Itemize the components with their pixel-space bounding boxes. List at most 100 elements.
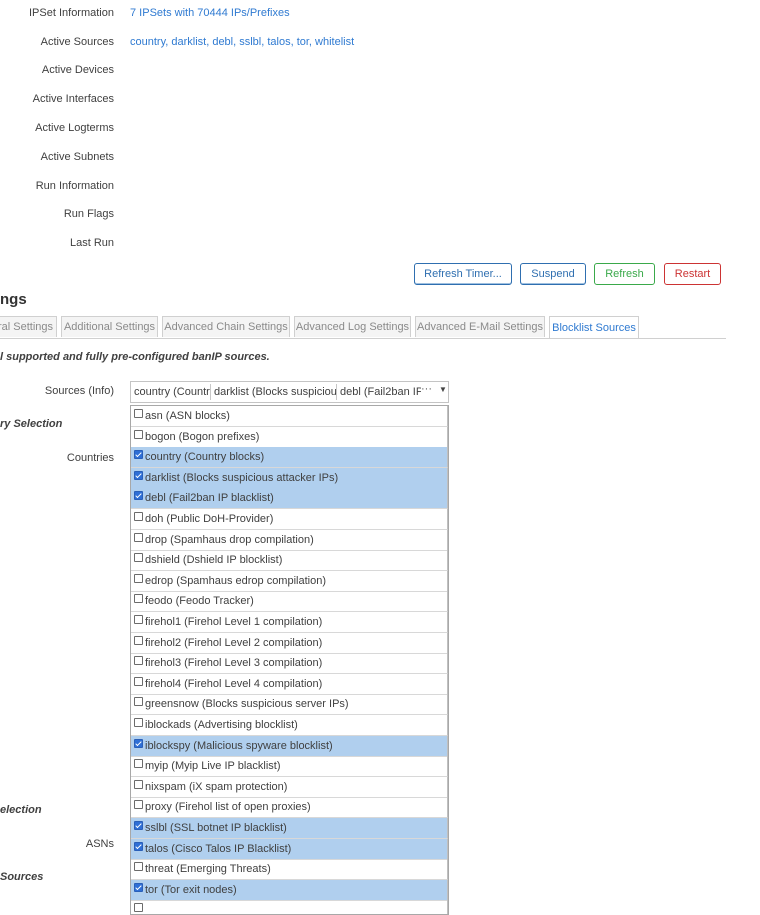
source-option[interactable]: asn (ASN blocks) [131, 406, 448, 427]
tab-advanced-chain-settings[interactable]: Advanced Chain Settings [162, 316, 290, 337]
source-option[interactable]: threat (Emerging Threats) [131, 859, 448, 881]
sources-label: Sources (Info) [44, 385, 114, 397]
source-option[interactable]: talos (Cisco Talos IP Blacklist) [131, 838, 448, 860]
source-option[interactable]: doh (Public DoH-Provider) [131, 509, 448, 530]
source-option[interactable]: sslbl (SSL botnet IP blacklist) [131, 818, 448, 839]
source-option-label: asn (ASN blocks) [145, 410, 230, 422]
checkbox-icon[interactable] [134, 450, 143, 460]
refresh-button[interactable]: Refresh [594, 263, 655, 285]
source-option[interactable]: firehol3 (Firehol Level 3 compilation) [131, 653, 448, 675]
chevron-down-icon[interactable]: ▼ [439, 385, 447, 394]
source-option[interactable]: bogon (Bogon prefixes) [131, 426, 448, 448]
more-selected-icon[interactable]: ··· [421, 383, 432, 395]
source-option-label: tor (Tor exit nodes) [145, 883, 237, 896]
source-option[interactable]: country (Country blocks) [131, 447, 448, 469]
source-option-label: sslbl (SSL botnet IP blacklist) [145, 822, 287, 834]
selected-chip-country: country (Country [131, 384, 211, 400]
checkbox-icon[interactable] [134, 635, 143, 645]
checkbox-icon[interactable] [134, 676, 143, 686]
checkbox-icon[interactable] [134, 759, 143, 769]
checkbox-icon[interactable] [134, 862, 143, 872]
status-row-interfaces: Active Interfaces [0, 89, 760, 109]
country-selection-heading: ry Selection [0, 418, 63, 430]
checkbox-icon[interactable] [134, 409, 143, 418]
asns-label: ASNs [85, 838, 114, 850]
checkbox-icon[interactable] [134, 491, 143, 501]
source-option-label: debl (Fail2ban IP blacklist) [145, 492, 274, 505]
checkbox-icon[interactable] [134, 821, 143, 830]
tab-blocklist-sources[interactable]: Blocklist Sources [549, 316, 639, 338]
status-row-devices: Active Devices [0, 60, 760, 80]
tab-general-settings[interactable]: ral Settings [0, 316, 57, 337]
source-option-label: country (Country blocks) [145, 451, 265, 464]
source-option[interactable]: tor (Tor exit nodes) [131, 879, 448, 901]
sources-dropdown: asn (ASN blocks) bogon (Bogon prefixes) co… [130, 405, 449, 915]
tab-advanced-email-settings[interactable]: Advanced E-Mail Settings [415, 316, 545, 337]
checkbox-icon[interactable] [134, 553, 143, 563]
ipset-info-link[interactable]: 7 IPSets with 70444 IPs/Prefixes [130, 7, 290, 19]
source-option[interactable] [131, 900, 448, 914]
suspend-button[interactable]: Suspend [520, 263, 586, 285]
source-option[interactable]: feodo (Feodo Tracker) [131, 591, 448, 613]
status-row-ipset: IPSet Information 7 IPSets with 70444 IP… [0, 3, 760, 23]
active-logterms-label: Active Logterms [35, 122, 114, 134]
source-option[interactable]: nixspam (iX spam protection) [131, 776, 448, 798]
source-option-label: firehol3 (Firehol Level 3 compilation) [145, 657, 323, 670]
source-option[interactable]: darklist (Blocks suspicious attacker IPs… [131, 467, 448, 489]
source-option-label: proxy (Firehol list of open proxies) [145, 801, 311, 814]
checkbox-icon[interactable] [134, 697, 143, 707]
checkbox-icon[interactable] [134, 512, 143, 521]
checkbox-icon[interactable] [134, 470, 143, 480]
checkbox-icon[interactable] [134, 532, 143, 542]
source-option[interactable]: greensnow (Blocks suspicious server IPs) [131, 694, 448, 716]
source-option-label: edrop (Spamhaus edrop compilation) [145, 574, 326, 587]
source-option[interactable]: firehol2 (Firehol Level 2 compilation) [131, 632, 448, 654]
local-sources-heading: Sources [0, 871, 44, 883]
source-option[interactable]: proxy (Firehol list of open proxies) [131, 797, 448, 819]
source-option[interactable]: edrop (Spamhaus edrop compilation) [131, 570, 448, 592]
checkbox-icon[interactable] [134, 429, 143, 439]
checkbox-icon[interactable] [134, 779, 143, 789]
active-subnets-label: Active Subnets [40, 151, 114, 163]
checkbox-icon[interactable] [134, 841, 143, 851]
source-option-label: firehol2 (Firehol Level 2 compilation) [145, 636, 323, 649]
tab-advanced-log-settings[interactable]: Advanced Log Settings [294, 316, 411, 337]
checkbox-icon[interactable] [134, 656, 143, 666]
status-row-logterms: Active Logterms [0, 118, 760, 138]
checkbox-icon[interactable] [134, 718, 143, 727]
active-sources-label: Active Sources [40, 36, 114, 48]
checkbox-icon[interactable] [134, 800, 143, 810]
checkbox-icon[interactable] [134, 573, 143, 583]
tab-additional-settings[interactable]: Additional Settings [61, 316, 158, 337]
source-option-label: greensnow (Blocks suspicious server IPs) [145, 698, 349, 711]
source-option[interactable]: drop (Spamhaus drop compilation) [131, 529, 448, 551]
countries-label: Countries [66, 452, 114, 464]
source-option[interactable]: debl (Fail2ban IP blacklist) [131, 488, 448, 510]
checkbox-icon[interactable] [134, 738, 143, 748]
source-option-label: myip (Myip Live IP blacklist) [145, 760, 281, 773]
checkbox-icon[interactable] [134, 615, 143, 624]
blocklist-description: l supported and fully pre-configured ban… [0, 351, 270, 363]
source-option-label: firehol1 (Firehol Level 1 compilation) [145, 616, 323, 628]
active-sources-link[interactable]: country, darklist, debl, sslbl, talos, t… [130, 36, 354, 48]
source-option[interactable]: iblockspy (Malicious spyware blocklist) [131, 735, 448, 757]
source-option-label: talos (Cisco Talos IP Blacklist) [145, 842, 292, 855]
checkbox-icon[interactable] [134, 594, 143, 604]
status-row-run-info: Run Information [0, 176, 760, 196]
source-option-label: firehol4 (Firehol Level 4 compilation) [145, 677, 323, 690]
sources-select[interactable]: country (Country darklist (Blocks suspic… [130, 381, 449, 403]
source-option[interactable]: firehol1 (Firehol Level 1 compilation) [131, 612, 448, 633]
source-option[interactable]: firehol4 (Firehol Level 4 compilation) [131, 673, 448, 695]
refresh-timer-button[interactable]: Refresh Timer... [414, 263, 512, 285]
source-option-label: darklist (Blocks suspicious attacker IPs… [145, 471, 339, 484]
source-option-label: feodo (Feodo Tracker) [145, 595, 254, 608]
restart-button[interactable]: Restart [664, 263, 721, 285]
source-option[interactable]: myip (Myip Live IP blacklist) [131, 756, 448, 778]
run-information-label: Run Information [35, 180, 114, 192]
source-option-label: bogon (Bogon prefixes) [145, 430, 260, 443]
checkbox-icon[interactable] [134, 882, 143, 892]
source-option-label: threat (Emerging Threats) [145, 863, 271, 876]
source-option-label: nixspam (iX spam protection) [145, 780, 288, 793]
source-option[interactable]: iblockads (Advertising blocklist) [131, 715, 448, 736]
source-option[interactable]: dshield (Dshield IP blocklist) [131, 550, 448, 572]
